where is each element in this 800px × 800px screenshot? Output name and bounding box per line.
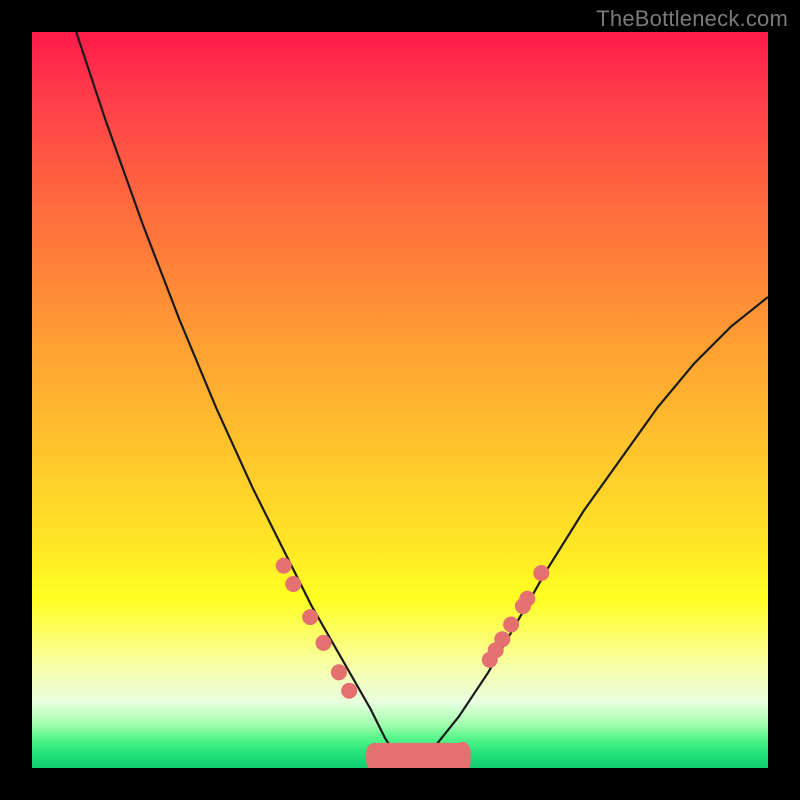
marker-dot xyxy=(494,631,510,647)
marker-dot xyxy=(519,591,535,607)
marker-layer xyxy=(32,32,768,768)
marker-dot xyxy=(316,635,332,651)
marker-dot xyxy=(341,683,357,699)
marker-dot xyxy=(503,617,519,633)
chart-frame: TheBottleneck.com xyxy=(0,0,800,800)
marker-dot xyxy=(302,609,318,625)
marker-dot xyxy=(331,664,347,680)
marker-dot xyxy=(285,576,301,592)
plot-area xyxy=(32,32,768,768)
watermark-label: TheBottleneck.com xyxy=(596,6,788,32)
marker-dot xyxy=(533,565,549,581)
marker-dot xyxy=(456,742,470,756)
marker-dot xyxy=(276,558,292,574)
marker-dot xyxy=(441,751,455,765)
